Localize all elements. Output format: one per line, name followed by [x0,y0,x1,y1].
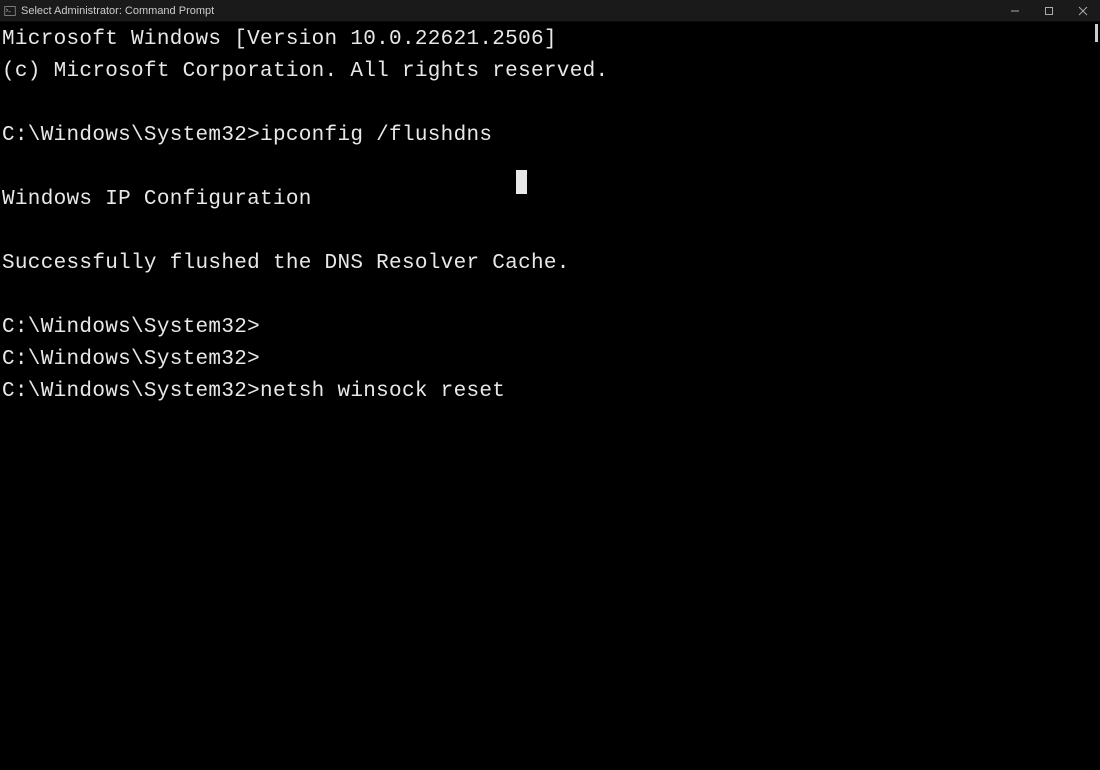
titlebar-left: Select Administrator: Command Prompt [4,5,214,17]
terminal-output[interactable]: Microsoft Windows [Version 10.0.22621.25… [0,22,1100,770]
cmd-icon [4,5,16,17]
terminal-line [2,216,1098,248]
terminal-line [2,280,1098,312]
window-titlebar: Select Administrator: Command Prompt [0,0,1100,22]
scrollbar-thumb[interactable] [1095,24,1098,42]
terminal-line: C:\Windows\System32> [2,312,1098,344]
terminal-line: Microsoft Windows [Version 10.0.22621.25… [2,24,1098,56]
terminal-line: C:\Windows\System32>ipconfig /flushdns [2,120,1098,152]
terminal-line: (c) Microsoft Corporation. All rights re… [2,56,1098,88]
minimize-button[interactable] [998,0,1032,22]
text-cursor [516,170,527,194]
window-title: Select Administrator: Command Prompt [21,5,214,17]
close-button[interactable] [1066,0,1100,22]
terminal-line: C:\Windows\System32>netsh winsock reset [2,376,1098,408]
terminal-line: Successfully flushed the DNS Resolver Ca… [2,248,1098,280]
maximize-button[interactable] [1032,0,1066,22]
terminal-line [2,88,1098,120]
terminal-line: C:\Windows\System32> [2,344,1098,376]
terminal-line [2,152,1098,184]
window-controls [998,0,1100,21]
terminal-line: Windows IP Configuration [2,184,1098,216]
